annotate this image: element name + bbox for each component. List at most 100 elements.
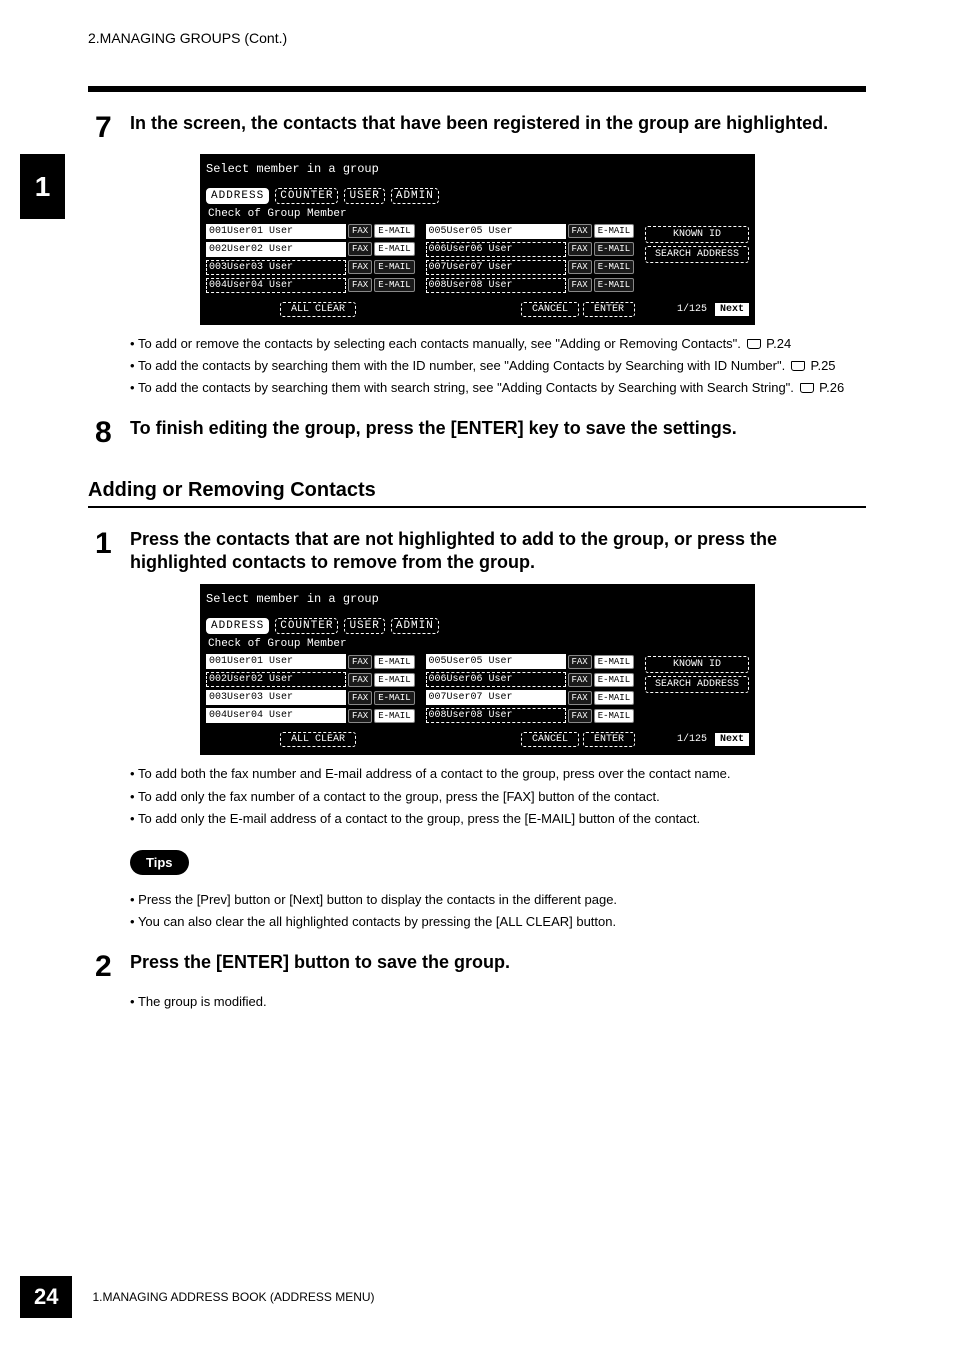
contact-name[interactable]: 002User02 User xyxy=(206,672,346,687)
contact-row: 001User01 UserFAXE-MAIL xyxy=(206,654,426,669)
contact-name[interactable]: 002User02 User xyxy=(206,242,346,257)
fax-button[interactable]: FAX xyxy=(348,242,372,256)
email-button[interactable]: E-MAIL xyxy=(374,260,414,274)
next-button[interactable]: Next xyxy=(715,733,749,746)
sc-col-right: 005User05 UserFAXE-MAIL006User06 UserFAX… xyxy=(426,224,646,296)
sc-bottom: ALL CLEAR CANCEL ENTER 1/125 Next xyxy=(206,732,749,747)
sc-bottom: ALL CLEARCANCELENTER1/125Next xyxy=(206,302,749,317)
next-button[interactable]: Next xyxy=(715,303,749,316)
contact-name[interactable]: 005User05 User xyxy=(426,224,566,239)
email-button[interactable]: E-MAIL xyxy=(594,224,634,238)
side-button[interactable]: KNOWN ID xyxy=(645,226,749,243)
side-button[interactable]: KNOWN ID xyxy=(645,656,749,673)
email-button[interactable]: E-MAIL xyxy=(594,260,634,274)
side-button[interactable]: SEARCH ADDRESS xyxy=(645,246,749,263)
email-button[interactable]: E-MAIL xyxy=(594,709,634,723)
sc-tab[interactable]: COUNTER xyxy=(275,618,338,634)
sc-tab[interactable]: ADDRESS xyxy=(206,618,269,634)
contact-name[interactable]: 008User08 User xyxy=(426,278,566,293)
fax-button[interactable]: FAX xyxy=(348,691,372,705)
fax-button[interactable]: FAX xyxy=(568,655,592,669)
page-footer: 24 1.MANAGING ADDRESS BOOK (ADDRESS MENU… xyxy=(0,1276,954,1318)
email-button[interactable]: E-MAIL xyxy=(374,655,414,669)
fax-button[interactable]: FAX xyxy=(568,691,592,705)
page-number: 24 xyxy=(20,1276,72,1318)
device-screenshot-2: Select member in a groupADDRESSCOUNTERUS… xyxy=(200,584,755,755)
tips-bullets: Press the [Prev] button or [Next] button… xyxy=(130,891,866,931)
page-indicator: 1/125 xyxy=(677,734,707,745)
sc-tab[interactable]: USER xyxy=(344,188,384,204)
contact-row: 002User02 UserFAXE-MAIL xyxy=(206,242,426,257)
book-icon xyxy=(747,339,761,349)
sc-col-right: 005User05 UserFAXE-MAIL006User06 UserFAX… xyxy=(426,654,646,726)
sc-tab[interactable]: ADMIN xyxy=(391,188,439,204)
fax-button[interactable]: FAX xyxy=(568,673,592,687)
cancel-button[interactable]: CANCEL xyxy=(521,302,579,317)
book-icon xyxy=(791,361,805,371)
fax-button[interactable]: FAX xyxy=(568,278,592,292)
fax-button[interactable]: FAX xyxy=(348,673,372,687)
contact-name[interactable]: 001User01 User xyxy=(206,224,346,239)
contact-name[interactable]: 008User08 User xyxy=(426,708,566,723)
email-button[interactable]: E-MAIL xyxy=(594,655,634,669)
contact-name[interactable]: 006User06 User xyxy=(426,242,566,257)
fax-button[interactable]: FAX xyxy=(568,709,592,723)
fax-button[interactable]: FAX xyxy=(348,224,372,238)
email-button[interactable]: E-MAIL xyxy=(374,709,414,723)
email-button[interactable]: E-MAIL xyxy=(374,242,414,256)
contact-name[interactable]: 003User03 User xyxy=(206,690,346,705)
email-button[interactable]: E-MAIL xyxy=(594,242,634,256)
bullet: To add the contacts by searching them wi… xyxy=(130,357,866,375)
contact-name[interactable]: 006User06 User xyxy=(426,672,566,687)
sc-tab[interactable]: ADDRESS xyxy=(206,188,269,204)
contact-name[interactable]: 007User07 User xyxy=(426,260,566,275)
cancel-button[interactable]: CANCEL xyxy=(521,732,579,747)
step-number: 1 xyxy=(95,528,130,575)
tips-badge: Tips xyxy=(130,850,189,875)
side-button[interactable]: SEARCH ADDRESS xyxy=(645,676,749,693)
enter-button[interactable]: ENTER xyxy=(583,302,635,317)
all-clear-button[interactable]: ALL CLEAR xyxy=(280,732,356,747)
step-text: Press the contacts that are not highligh… xyxy=(130,528,866,575)
email-button[interactable]: E-MAIL xyxy=(594,691,634,705)
all-clear-button[interactable]: ALL CLEAR xyxy=(280,302,356,317)
contact-name[interactable]: 005User05 User xyxy=(426,654,566,669)
bullet: To add only the E-mail address of a cont… xyxy=(130,810,866,828)
contact-name[interactable]: 003User03 User xyxy=(206,260,346,275)
fax-button[interactable]: FAX xyxy=(348,709,372,723)
sc-subtitle: Check of Group Member xyxy=(208,638,749,650)
bullet: You can also clear the all highlighted c… xyxy=(130,913,866,931)
email-button[interactable]: E-MAIL xyxy=(374,224,414,238)
bullet: The group is modified. xyxy=(130,993,866,1011)
fax-button[interactable]: FAX xyxy=(348,655,372,669)
sc-tab[interactable]: ADMIN xyxy=(391,618,439,634)
fax-button[interactable]: FAX xyxy=(568,260,592,274)
fax-button[interactable]: FAX xyxy=(348,278,372,292)
contact-row: 002User02 UserFAXE-MAIL xyxy=(206,672,426,687)
bullet: To add both the fax number and E-mail ad… xyxy=(130,765,866,783)
sc-subtitle: Check of Group Member xyxy=(208,208,749,220)
email-button[interactable]: E-MAIL xyxy=(594,278,634,292)
sc-title: Select member in a group xyxy=(206,162,749,176)
contact-name[interactable]: 007User07 User xyxy=(426,690,566,705)
email-button[interactable]: E-MAIL xyxy=(374,673,414,687)
sc-tab[interactable]: USER xyxy=(344,618,384,634)
fax-button[interactable]: FAX xyxy=(348,260,372,274)
sc-tab[interactable]: COUNTER xyxy=(275,188,338,204)
device-screenshot-1: Select member in a group ADDRESS COUNTER US… xyxy=(200,154,755,325)
fax-button[interactable]: FAX xyxy=(568,242,592,256)
step-text: To finish editing the group, press the [… xyxy=(130,417,737,449)
contact-name[interactable]: 004User04 User xyxy=(206,278,346,293)
email-button[interactable]: E-MAIL xyxy=(374,691,414,705)
bullet: Press the [Prev] button or [Next] button… xyxy=(130,891,866,909)
contact-row: 003User03 UserFAXE-MAIL xyxy=(206,260,426,275)
email-button[interactable]: E-MAIL xyxy=(594,673,634,687)
email-button[interactable]: E-MAIL xyxy=(374,278,414,292)
bullet: To add or remove the contacts by selecti… xyxy=(130,335,866,353)
section-step-1: 1 Press the contacts that are not highli… xyxy=(95,528,866,575)
contact-name[interactable]: 004User04 User xyxy=(206,708,346,723)
section-title: Adding or Removing Contacts xyxy=(88,479,866,508)
contact-name[interactable]: 001User01 User xyxy=(206,654,346,669)
fax-button[interactable]: FAX xyxy=(568,224,592,238)
enter-button[interactable]: ENTER xyxy=(583,732,635,747)
